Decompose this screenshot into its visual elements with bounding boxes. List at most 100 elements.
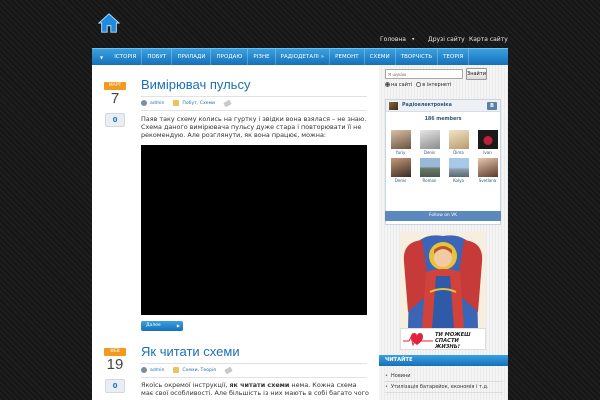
post-excerpt-bold: як читати схеми xyxy=(229,381,290,389)
avatar xyxy=(477,158,498,177)
group-avatar xyxy=(389,102,398,110)
comment-count[interactable]: 0 xyxy=(105,379,125,393)
reading-list: Новини Утилізація батарейок, економія і … xyxy=(385,371,503,393)
vk-member-name: Roman xyxy=(422,178,437,183)
search-button[interactable]: Знайти xyxy=(466,68,487,80)
vk-member-name: Dima xyxy=(453,150,464,155)
donor-banner[interactable]: ТИ МОЖЕШ СПАСТИ ЖИЗНЬ! xyxy=(400,328,486,350)
vk-member-name: Ivan xyxy=(483,150,492,155)
main-nav: ▼ ІСТОРІЯ ПОБУТ ПРИЛАДИ ПРОДАЮ РІЗНЕ РАД… xyxy=(92,48,508,66)
scope-site-option[interactable]: на сайті xyxy=(385,82,412,88)
avatar xyxy=(448,158,469,177)
post-excerpt: Якоїсь окремої інструкції, як читати схе… xyxy=(141,381,369,397)
list-item[interactable]: Новини xyxy=(385,371,503,382)
heart-pulse-icon xyxy=(403,333,433,347)
vk-group-header[interactable]: Радіоелектроніка B xyxy=(386,100,500,112)
nav-arrow-icon: ▼ xyxy=(100,54,104,60)
search-input[interactable] xyxy=(385,69,463,79)
header: Головна ▼ Друзі сайту Карта сайту xyxy=(0,0,600,46)
scope-web-option[interactable]: в інтернеті xyxy=(416,82,451,88)
scope-site-label: на сайті xyxy=(391,82,413,88)
vk-follow-button[interactable]: Follow on VK xyxy=(385,211,501,221)
post-categories[interactable]: Побут, Схеми xyxy=(182,101,215,106)
post-meta: admin Побут, Схеми xyxy=(141,99,232,107)
dropdown-arrow-icon: ▼ xyxy=(412,37,415,41)
nav-item-theory[interactable]: ТЕОРІЯ xyxy=(438,48,470,66)
vk-member[interactable]: Ivan xyxy=(473,130,502,155)
vk-member-name: Denis xyxy=(394,178,407,183)
home-icon[interactable] xyxy=(98,12,120,34)
vk-logo-icon: B xyxy=(487,102,497,110)
post-list: МАРТ 7 0 Вимірювач пульсу admin Побут, С… xyxy=(92,65,377,400)
post-date: ФЕВ 19 xyxy=(104,348,126,374)
avatar xyxy=(419,130,440,149)
nav-item-schemes[interactable]: СХЕМИ xyxy=(365,48,396,66)
list-item[interactable]: Утилізація батарейок, економія і т.д. xyxy=(385,382,503,393)
nav-item-sale[interactable]: ПРОДАЮ xyxy=(211,48,249,66)
avatar xyxy=(477,130,498,149)
nav-item-history[interactable]: ІСТОРІЯ xyxy=(109,48,143,66)
folder-icon xyxy=(173,367,180,373)
post-title[interactable]: Як читати схеми xyxy=(141,344,240,359)
divider xyxy=(141,363,367,364)
post-categories[interactable]: Схеми, Теорія xyxy=(182,368,216,373)
divider xyxy=(141,110,367,111)
divider xyxy=(141,377,367,378)
vk-member-grid: Yuriy Denis Dima Ivan Denis Roman Kolya … xyxy=(386,130,502,183)
user-icon xyxy=(141,100,147,106)
comment-count[interactable]: 0 xyxy=(105,113,125,127)
tag-icon xyxy=(223,99,232,107)
banner-text: ТИ МОЖЕШ СПАСТИ ЖИЗНЬ! xyxy=(435,332,485,350)
post-meta: admin Схеми, Теорія xyxy=(141,366,233,374)
arrow-right-icon: ▶ xyxy=(176,323,180,328)
folder-icon xyxy=(173,100,180,106)
read-more-label: Далее xyxy=(146,323,161,328)
top-link-friends[interactable]: Друзі сайту xyxy=(428,36,465,43)
vk-member[interactable]: Kolya xyxy=(444,158,473,183)
post-month: ФЕВ xyxy=(104,348,126,356)
vk-member[interactable]: Svetlana xyxy=(473,158,502,183)
radio-unchecked-icon xyxy=(416,82,422,87)
user-icon xyxy=(141,367,147,373)
avatar xyxy=(448,130,469,149)
read-more-button[interactable]: Далее ▶ xyxy=(141,321,183,331)
post-day: 7 xyxy=(110,90,120,107)
vk-member-name: Kolya xyxy=(453,178,464,183)
nav-item-components[interactable]: РАДІОДЕТАЛІ » xyxy=(276,48,331,66)
tag-icon xyxy=(224,366,233,374)
nav-item-creativity[interactable]: ТВОРЧІСТЬ xyxy=(396,48,439,66)
avatar xyxy=(390,158,411,177)
vk-member[interactable]: Denis xyxy=(415,130,444,155)
video-player[interactable] xyxy=(141,145,367,315)
vk-member[interactable]: Roman xyxy=(415,158,444,183)
post-date: МАРТ 7 xyxy=(104,82,126,108)
nav-item-devices[interactable]: ПРИЛАДИ xyxy=(172,48,212,66)
sidebar: Знайти на сайті в інтернеті Радіоелектро… xyxy=(379,65,508,400)
vk-member[interactable]: Denis xyxy=(386,158,415,183)
avatar xyxy=(419,158,440,177)
top-links: Головна ▼ Друзі сайту Карта сайту xyxy=(0,36,600,46)
top-link-home[interactable]: Головна xyxy=(380,36,406,43)
vk-member[interactable]: Dima xyxy=(444,130,473,155)
post-excerpt: Паяв таку схему колись на гуртку і звідк… xyxy=(141,115,367,140)
radio-checked-icon xyxy=(385,82,390,87)
top-link-sitemap[interactable]: Карта сайту xyxy=(469,36,508,43)
vk-group-widget: Радіоелектроніка B 186 members Yuriy Den… xyxy=(385,99,501,225)
avatar xyxy=(390,130,411,149)
vk-member-name: Denis xyxy=(423,150,436,155)
post-day: 19 xyxy=(106,356,124,373)
vk-member[interactable]: Yuriy xyxy=(386,130,415,155)
nav-item-misc[interactable]: РІЗНЕ xyxy=(248,48,276,66)
post-title[interactable]: Вимірювач пульсу xyxy=(141,77,250,92)
post-author[interactable]: admin xyxy=(150,101,164,106)
post-excerpt-start: Якоїсь окремої інструкції, xyxy=(141,381,230,389)
nav-item-repair[interactable]: РЕМОНТ xyxy=(330,48,365,66)
banner-line-2: СПАСТИ ЖИЗНЬ! xyxy=(435,338,461,350)
nav-item-household[interactable]: ПОБУТ xyxy=(142,48,173,66)
content-panel: МАРТ 7 0 Вимірювач пульсу admin Побут, С… xyxy=(92,65,508,400)
post-author[interactable]: admin xyxy=(150,368,164,373)
reading-widget-title: ЧИТАЙТЕ xyxy=(379,355,508,366)
vk-member-name: Svetlana xyxy=(478,178,497,183)
vk-group-name: Радіоелектроніка xyxy=(402,103,452,108)
divider xyxy=(141,96,367,97)
